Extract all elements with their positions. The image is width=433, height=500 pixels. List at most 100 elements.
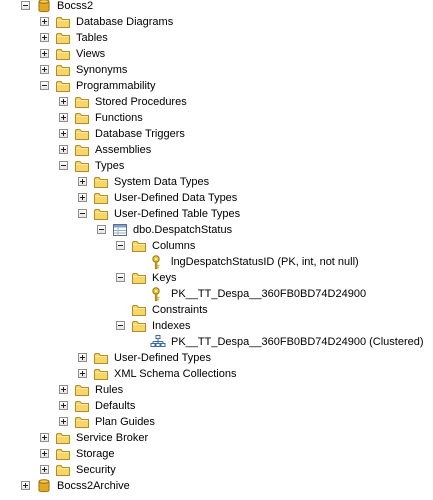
tree-node-label: XML Schema Collections [114, 368, 237, 380]
expand-toggle-icon[interactable] [59, 129, 68, 138]
tree-node-columns[interactable]: Columns [0, 238, 433, 254]
expand-toggle-icon[interactable] [40, 433, 49, 442]
tree-node-label: Tables [76, 32, 108, 44]
tree-node-assemblies[interactable]: Assemblies [0, 142, 433, 158]
tree-node-label: Database Triggers [95, 128, 185, 140]
tree-node-synonyms[interactable]: Synonyms [0, 62, 433, 78]
tree-node-types[interactable]: Types [0, 158, 433, 174]
tree-node-keys[interactable]: Keys [0, 270, 433, 286]
tree-node-defaults[interactable]: Defaults [0, 398, 433, 414]
tree-node-user-defined-types[interactable]: User-Defined Types [0, 350, 433, 366]
tree-node-bocss2archive[interactable]: Bocss2Archive [0, 478, 433, 494]
expand-toggle-icon[interactable] [59, 97, 68, 106]
tree-node-database-triggers[interactable]: Database Triggers [0, 126, 433, 142]
collapse-toggle-icon[interactable] [116, 321, 125, 330]
tree-node-tables[interactable]: Tables [0, 30, 433, 46]
folder-icon [55, 30, 71, 46]
tree-node-programmability[interactable]: Programmability [0, 78, 433, 94]
expand-toggle-icon[interactable] [78, 369, 87, 378]
tree-node-functions[interactable]: Functions [0, 110, 433, 126]
expand-toggle-icon[interactable] [40, 17, 49, 26]
tree-node-plan-guides[interactable]: Plan Guides [0, 414, 433, 430]
collapse-toggle-icon[interactable] [116, 273, 125, 282]
folder-icon [55, 14, 71, 30]
tree-node-label: Bocss2Archive [57, 480, 130, 492]
tree-node-constraints[interactable]: Constraints [0, 302, 433, 318]
tree-node-label: dbo.DespatchStatus [133, 224, 233, 236]
folder-icon [93, 350, 109, 366]
tree-node-label: Security [76, 464, 116, 476]
expand-toggle-icon[interactable] [59, 113, 68, 122]
folder-icon [131, 270, 147, 286]
database-icon [36, 478, 52, 494]
tree-node-dbo-despatchstatus[interactable]: dbo.DespatchStatus [0, 222, 433, 238]
expand-toggle-icon[interactable] [59, 417, 68, 426]
collapse-toggle-icon[interactable] [21, 1, 30, 10]
tree-node-indexes[interactable]: Indexes [0, 318, 433, 334]
key-icon [150, 286, 166, 302]
folder-icon [74, 94, 90, 110]
tree-node-views[interactable]: Views [0, 46, 433, 62]
collapse-toggle-icon[interactable] [59, 161, 68, 170]
tree-node-label: User-Defined Table Types [114, 208, 241, 220]
folder-icon [55, 62, 71, 78]
tree-node-label: Types [95, 160, 125, 172]
tree-node-label: Constraints [152, 304, 208, 316]
tree-node-label: User-Defined Types [114, 352, 212, 364]
tree-node-storage[interactable]: Storage [0, 446, 433, 462]
folder-icon [93, 206, 109, 222]
object-explorer-tree: Bocss2 Database Diagrams Tables Views Synony… [0, 0, 433, 500]
table-type-icon [112, 222, 128, 238]
tree-node-label: Rules [95, 384, 124, 396]
folder-icon [131, 318, 147, 334]
collapse-toggle-icon[interactable] [97, 225, 106, 234]
folder-icon [74, 398, 90, 414]
tree-node-bocss2[interactable]: Bocss2 [0, 0, 433, 14]
folder-icon [55, 430, 71, 446]
tree-node-database-diagrams[interactable]: Database Diagrams [0, 14, 433, 30]
folder-icon [55, 78, 71, 94]
key-icon [150, 254, 166, 270]
tree-node-label: Storage [76, 448, 115, 460]
folder-icon [131, 302, 147, 318]
collapse-toggle-icon[interactable] [40, 81, 49, 90]
tree-node-service-broker[interactable]: Service Broker [0, 430, 433, 446]
expand-toggle-icon[interactable] [78, 193, 87, 202]
collapse-toggle-icon[interactable] [78, 209, 87, 218]
tree-node-label: Bocss2 [57, 0, 94, 12]
expand-toggle-icon[interactable] [59, 401, 68, 410]
folder-icon [55, 46, 71, 62]
tree-node-security[interactable]: Security [0, 462, 433, 478]
expand-toggle-icon[interactable] [21, 481, 30, 490]
expand-toggle-icon[interactable] [40, 49, 49, 58]
tree-node-pk-tt-despa-360fb0bd74d24900-clustered[interactable]: PK__TT_Despa__360FB0BD74D24900 (Clustere… [0, 334, 433, 350]
tree-node-rules[interactable]: Rules [0, 382, 433, 398]
folder-icon [74, 110, 90, 126]
tree-node-stored-procedures[interactable]: Stored Procedures [0, 94, 433, 110]
folder-icon [74, 414, 90, 430]
tree-node-label: Plan Guides [95, 416, 155, 428]
tree-node-label: PK__TT_Despa__360FB0BD74D24900 [171, 288, 367, 300]
expand-toggle-icon[interactable] [40, 465, 49, 474]
expand-toggle-icon[interactable] [59, 385, 68, 394]
folder-icon [74, 142, 90, 158]
expand-toggle-icon[interactable] [78, 353, 87, 362]
tree-node-lngdespatchstatusid-pk-int-not-null[interactable]: lngDespatchStatusID (PK, int, not null) [0, 254, 433, 270]
folder-icon [74, 382, 90, 398]
tree-node-label: Assemblies [95, 144, 152, 156]
tree-node-system-data-types[interactable]: System Data Types [0, 174, 433, 190]
tree-node-label: Database Diagrams [76, 16, 174, 28]
folder-icon [55, 446, 71, 462]
tree-node-label: Columns [152, 240, 196, 252]
tree-node-pk-tt-despa-360fb0bd74d24900[interactable]: PK__TT_Despa__360FB0BD74D24900 [0, 286, 433, 302]
expand-toggle-icon[interactable] [78, 177, 87, 186]
tree-node-user-defined-table-types[interactable]: User-Defined Table Types [0, 206, 433, 222]
tree-node-user-defined-data-types[interactable]: User-Defined Data Types [0, 190, 433, 206]
tree-node-label: Defaults [95, 400, 136, 412]
collapse-toggle-icon[interactable] [116, 241, 125, 250]
tree-node-xml-schema-collections[interactable]: XML Schema Collections [0, 366, 433, 382]
expand-toggle-icon[interactable] [40, 33, 49, 42]
expand-toggle-icon[interactable] [59, 145, 68, 154]
expand-toggle-icon[interactable] [40, 65, 49, 74]
expand-toggle-icon[interactable] [40, 449, 49, 458]
